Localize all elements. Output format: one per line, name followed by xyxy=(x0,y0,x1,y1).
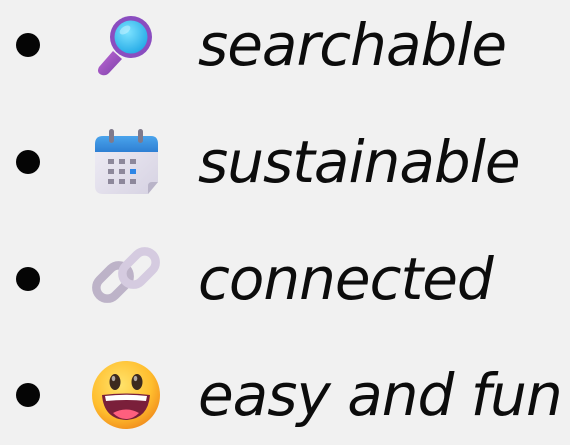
bullet-dot xyxy=(16,33,40,57)
bullet-dot xyxy=(16,150,40,174)
list-item-easy-and-fun: easy and fun xyxy=(0,345,570,445)
magnifying-glass-icon xyxy=(88,7,164,83)
feature-list: searchable sustainable connected easy an… xyxy=(0,0,570,438)
list-item-searchable: searchable xyxy=(0,0,570,95)
link-icon xyxy=(88,241,164,317)
list-item-connected: connected xyxy=(0,229,570,329)
item-label: sustainable xyxy=(198,128,521,196)
item-label: easy and fun xyxy=(198,361,563,429)
calendar-icon xyxy=(88,124,164,200)
item-label: connected xyxy=(198,245,494,313)
grinning-face-icon xyxy=(88,357,164,433)
bullet-dot xyxy=(16,267,40,291)
list-item-sustainable: sustainable xyxy=(0,112,570,212)
bullet-dot xyxy=(16,383,40,407)
item-label: searchable xyxy=(198,11,507,79)
